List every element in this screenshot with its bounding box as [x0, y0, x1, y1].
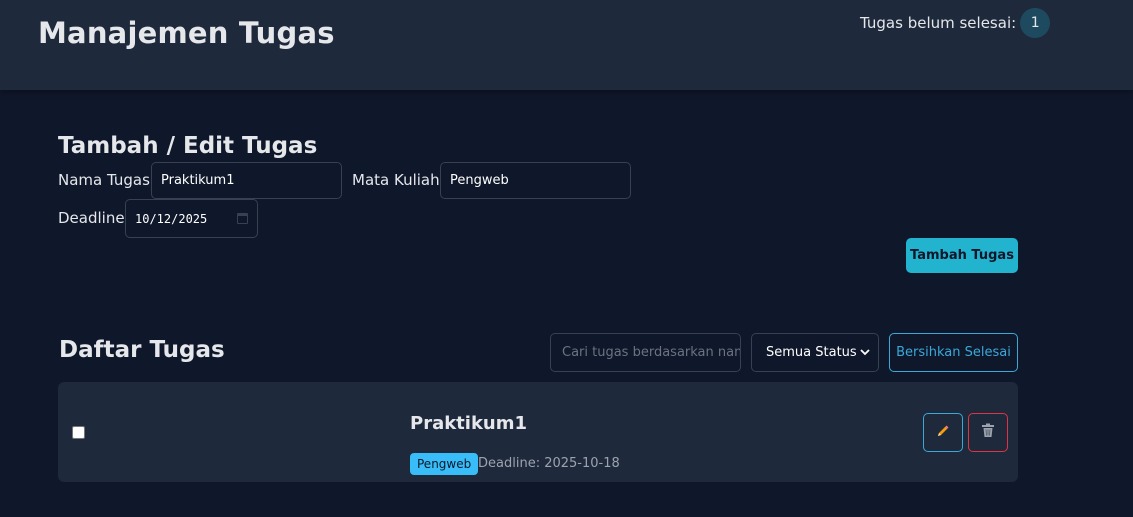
search-placeholder: Cari tugas berdasarkan nama...: [562, 345, 740, 360]
course-badge: Pengweb: [410, 453, 479, 475]
deadline-label: Deadline: [58, 209, 125, 227]
pending-count-badge: 1: [1020, 8, 1051, 38]
list-title: Daftar Tugas: [59, 337, 225, 363]
task-name-input[interactable]: Praktikum1: [151, 162, 342, 199]
deadline-value: 10/12/2025: [135, 211, 208, 226]
chevron-down-icon: [860, 346, 870, 359]
deadline-input[interactable]: 10/12/2025: [125, 199, 258, 238]
pending-label: Tugas belum selesai:: [860, 14, 1017, 32]
status-filter-select[interactable]: Semua Status: [751, 333, 879, 372]
trash-icon: [981, 423, 995, 442]
pencil-icon: [936, 423, 950, 442]
status-filter-value: Semua Status: [766, 345, 857, 360]
task-deadline: Deadline: 2025-10-18: [478, 456, 620, 471]
clear-completed-button[interactable]: Bersihkan Selesai: [889, 333, 1018, 372]
delete-task-button[interactable]: [968, 413, 1008, 452]
form-title: Tambah / Edit Tugas: [58, 133, 318, 159]
task-name: Praktikum1: [410, 413, 528, 434]
task-name-label: Nama Tugas: [58, 171, 150, 189]
add-task-button[interactable]: Tambah Tugas: [906, 238, 1018, 273]
task-done-checkbox[interactable]: [72, 426, 85, 439]
search-input[interactable]: Cari tugas berdasarkan nama...: [550, 333, 741, 372]
pending-counter: Tugas belum selesai: 1: [860, 8, 1051, 38]
task-card: Praktikum1 Pengweb Deadline: 2025-10-18: [58, 382, 1018, 482]
app-header: Manajemen Tugas Tugas belum selesai: 1: [0, 0, 1133, 90]
calendar-icon[interactable]: [237, 213, 248, 224]
course-input[interactable]: Pengweb: [440, 162, 631, 199]
edit-task-button[interactable]: [923, 413, 963, 452]
course-label: Mata Kuliah: [352, 171, 440, 189]
app-title: Manajemen Tugas: [38, 16, 335, 50]
